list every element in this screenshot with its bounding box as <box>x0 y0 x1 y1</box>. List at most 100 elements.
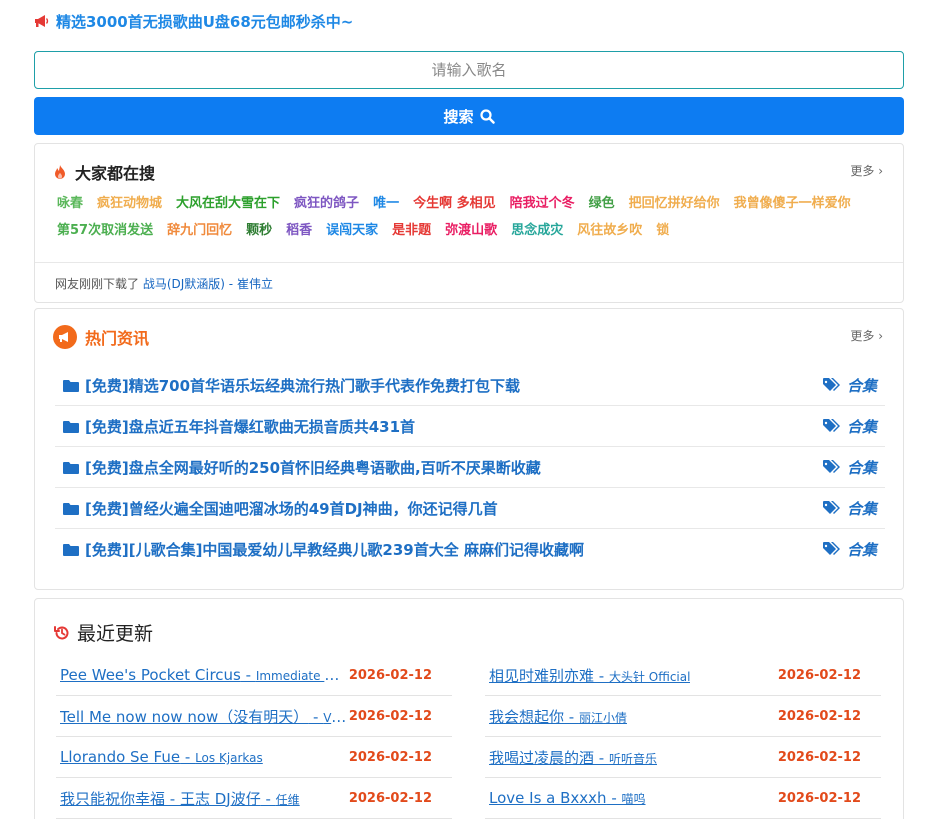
separator: - <box>594 666 609 685</box>
hot-search-tag[interactable]: 绿色 <box>589 194 615 213</box>
more-label: 更多 <box>850 329 875 343</box>
news-title-link[interactable]: [免费][儿歌合集]中国最爱幼儿早教经典儿歌239首大全 麻麻们记得收藏啊 <box>85 539 584 560</box>
recent-song-artist: Vibe <box>323 710 349 725</box>
separator: - <box>260 789 276 808</box>
news-title-link[interactable]: [免费]曾经火遍全国迪吧溜冰场的49首DJ神曲，你还记得几首 <box>85 498 498 519</box>
recent-song-artist: 喵呜 <box>621 792 646 806</box>
hot-search-tag[interactable]: 大风在刮大雪在下 <box>176 194 280 213</box>
recent-song-link[interactable]: 我只能祝你幸福 - 王志 DJ波仔 - 任维 <box>60 788 300 809</box>
news-card: 热门资讯 更多 › [免费]精选700首华语乐坛经典流行热门歌手代表作免费打包下… <box>34 308 904 590</box>
recent-song-title: Pee Wee's Pocket Circus <box>60 666 241 684</box>
folder-icon <box>63 543 79 556</box>
search-button[interactable]: 搜索 <box>34 97 904 135</box>
search-input[interactable] <box>34 51 904 89</box>
promo-link[interactable]: 精选3000首无损歌曲U盘68元包邮秒杀中~ <box>56 11 353 32</box>
news-item: [免费]精选700首华语乐坛经典流行热门歌手代表作免费打包下载 <box>63 375 520 396</box>
recent-song-title: 我喝过凌晨的酒 <box>489 748 595 767</box>
hot-search-tag[interactable]: 陪我过个冬 <box>510 194 575 213</box>
recent-row: Llorando Se Fue - Los Kjarkas 2026-02-12 <box>56 737 452 778</box>
tags-icon <box>822 459 841 475</box>
separator: - <box>606 789 622 807</box>
recent-song-link[interactable]: Pee Wee's Pocket Circus - Immediate Musi… <box>60 666 349 684</box>
news-item: [免费]盘点近五年抖音爆红歌曲无损音质共431首 <box>63 416 415 437</box>
megaphone-icon <box>34 14 50 28</box>
recent-row: 相见时难别亦难 - 大头针 Official 2026-02-12 <box>485 655 881 696</box>
tags-icon <box>822 500 841 516</box>
recent-song-link[interactable]: Llorando Se Fue - Los Kjarkas <box>60 748 263 766</box>
recent-title: 最近更新 <box>77 623 154 645</box>
hot-search-tag[interactable]: 是非题 <box>392 221 431 240</box>
promo-banner: 精选3000首无损歌曲U盘68元包邮秒杀中~ <box>34 10 353 32</box>
hot-search-tags: 咏春 疯狂动物城 大风在刮大雪在下 疯狂的鸽子 唯一 今生啊 多相见 陪我过个冬 绿色 把回忆拼… <box>57 194 887 240</box>
news-row: [免费]盘点全网最好听的250首怀旧经典粤语歌曲,百听不厌果断收藏 合集 <box>55 447 885 488</box>
hot-search-tag[interactable]: 思念成灾 <box>511 221 563 240</box>
hot-search-more-link[interactable]: 更多 › <box>850 162 883 179</box>
recent-song-link[interactable]: 我喝过凌晨的酒 - 听听音乐 <box>489 747 657 768</box>
hot-search-tag[interactable]: 把回忆拼好给你 <box>629 194 720 213</box>
news-item: [免费][儿歌合集]中国最爱幼儿早教经典儿歌239首大全 麻麻们记得收藏啊 <box>63 539 584 560</box>
recent-song-artist: Immediate Music <box>255 669 349 683</box>
recent-song-title: 我会想起你 <box>489 707 565 726</box>
hot-search-tag[interactable]: 风往故乡吹 <box>577 221 642 240</box>
recent-download-prefix: 网友刚刚下载了 <box>55 277 140 291</box>
news-category-link[interactable]: 合集 <box>847 457 877 478</box>
recent-song-link[interactable]: Love Is a Bxxxh - 喵呜 <box>489 789 646 807</box>
news-category-link[interactable]: 合集 <box>847 498 877 519</box>
recent-song-title: Llorando Se Fue <box>60 748 181 766</box>
recent-row: Tell Me now now now（没有明天） - Vibe 2026-02-… <box>56 696 452 737</box>
chevron-right-icon: › <box>878 164 883 178</box>
news-more-link[interactable]: 更多 › <box>850 327 883 344</box>
news-category: 合集 <box>822 416 877 437</box>
recent-song-date: 2026-02-12 <box>348 790 432 806</box>
news-category-link[interactable]: 合集 <box>847 539 877 560</box>
recent-song-link[interactable]: 相见时难别亦难 - 大头针 Official <box>489 665 690 686</box>
separator: - <box>308 707 324 726</box>
search-icon <box>479 108 495 124</box>
recent-list-left: Pee Wee's Pocket Circus - Immediate Musi… <box>56 655 452 819</box>
news-row: [免费]曾经火遍全国迪吧溜冰场的49首DJ神曲，你还记得几首 合集 <box>55 488 885 529</box>
news-header: 热门资讯 <box>53 325 149 349</box>
hot-search-tag[interactable]: 疯狂动物城 <box>97 194 162 213</box>
news-category-link[interactable]: 合集 <box>847 416 877 437</box>
recent-song-artist: Los Kjarkas <box>195 751 263 765</box>
hot-search-tag[interactable]: 辞九门回忆 <box>167 221 232 240</box>
hot-search-tag[interactable]: 锁 <box>656 221 669 240</box>
separator: - <box>180 748 196 766</box>
hot-search-tag[interactable]: 稻香 <box>286 221 312 240</box>
megaphone-badge-icon <box>53 325 77 349</box>
recent-row: Pee Wee's Pocket Circus - Immediate Musi… <box>56 655 452 696</box>
hot-search-tag[interactable]: 误闯天家 <box>326 221 378 240</box>
hot-search-tag[interactable]: 颗秒 <box>246 221 272 240</box>
recent-song-link[interactable]: Tell Me now now now（没有明天） - Vibe <box>60 706 349 727</box>
news-title: 热门资讯 <box>85 329 150 348</box>
hot-search-tag[interactable]: 咏春 <box>57 194 83 213</box>
recent-song-title: 我只能祝你幸福 - 王志 DJ波仔 <box>60 789 261 808</box>
history-icon <box>53 624 71 642</box>
hot-search-card: 大家都在搜 更多 › 咏春 疯狂动物城 大风在刮大雪在下 疯狂的鸽子 唯一 今生啊 多相见… <box>34 143 904 303</box>
hot-search-tag[interactable]: 弥渡山歌 <box>445 221 497 240</box>
news-title-link[interactable]: [免费]盘点全网最好听的250首怀旧经典粤语歌曲,百听不厌果断收藏 <box>85 457 541 478</box>
recent-download-song-link[interactable]: 战马(DJ默涵版) - 崔伟立 <box>143 277 273 291</box>
news-item: [免费]曾经火遍全国迪吧溜冰场的49首DJ神曲，你还记得几首 <box>63 498 498 519</box>
hot-search-tag[interactable]: 第57次取消发送 <box>57 221 153 240</box>
news-category: 合集 <box>822 539 877 560</box>
hot-search-tag[interactable]: 我曾像傻子一样爱你 <box>734 194 851 213</box>
news-title-link[interactable]: [免费]精选700首华语乐坛经典流行热门歌手代表作免费打包下载 <box>85 375 520 396</box>
hot-search-tag[interactable]: 今生啊 多相见 <box>413 194 496 213</box>
news-category: 合集 <box>822 375 877 396</box>
recent-song-link[interactable]: 我会想起你 - 丽江小倩 <box>489 706 627 727</box>
hot-search-tag[interactable]: 唯一 <box>373 194 399 213</box>
hot-search-header: 大家都在搜 <box>53 160 155 184</box>
folder-icon <box>63 461 79 474</box>
recent-song-date: 2026-02-12 <box>777 667 861 683</box>
search-button-label: 搜索 <box>443 107 474 126</box>
recent-updates-card: 最近更新 Pee Wee's Pocket Circus - Immediate… <box>34 598 904 819</box>
news-category-link[interactable]: 合集 <box>847 375 877 396</box>
news-category: 合集 <box>822 498 877 519</box>
folder-icon <box>63 379 79 392</box>
news-title-link[interactable]: [免费]盘点近五年抖音爆红歌曲无损音质共431首 <box>85 416 415 437</box>
divider <box>35 262 903 263</box>
recent-row: 我会想起你 - 丽江小倩 2026-02-12 <box>485 696 881 737</box>
hot-search-tag[interactable]: 疯狂的鸽子 <box>294 194 359 213</box>
recent-song-date: 2026-02-12 <box>777 790 861 806</box>
